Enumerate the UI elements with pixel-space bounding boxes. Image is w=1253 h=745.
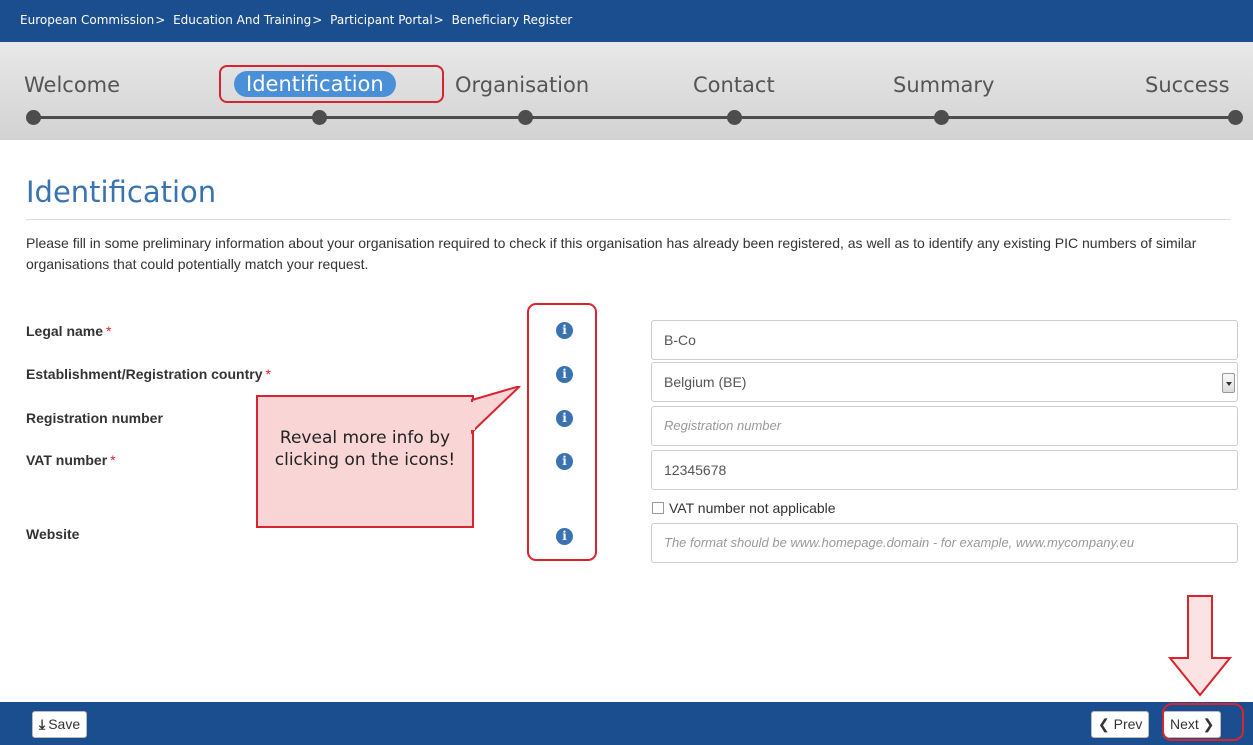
progress-dot [934,110,949,125]
progress-dot [26,110,41,125]
registration-number-label-text: Registration number [26,410,163,426]
country-select-value: Belgium (BE) [664,374,747,390]
legal-name-input[interactable]: B-Co [651,320,1238,360]
page-title: Identification [26,175,217,209]
breadcrumb-bar: European Commission> Education And Train… [0,0,1253,42]
vat-not-applicable-label: VAT number not applicable [669,500,836,516]
prev-button[interactable]: ❮ Prev [1091,711,1150,738]
breadcrumb-separator: > [433,13,444,27]
legal-name-label-text: Legal name [26,323,104,339]
progress-track [33,116,1233,119]
next-button-highlight [1162,703,1244,741]
required-marker: * [106,323,112,339]
website-input[interactable]: The format should be www.homepage.domain… [651,523,1238,563]
legal-name-label: Legal name * [26,323,111,339]
required-marker: * [110,452,116,468]
intro-text: Please fill in some preliminary informat… [26,235,1197,272]
info-icons-highlight [527,303,597,561]
down-arrow-annotation [1167,595,1233,697]
progress-dot [1228,110,1243,125]
country-label: Establishment/Registration country * [26,366,271,382]
breadcrumb-separator: > [155,13,166,27]
step-welcome[interactable]: Welcome [24,73,120,97]
vat-number-input[interactable]: 12345678 [651,450,1238,490]
title-divider [26,219,1231,220]
vat-not-applicable-checkbox[interactable] [652,502,664,514]
save-button[interactable]: ⤓ Save [32,711,88,738]
step-contact[interactable]: Contact [693,73,775,97]
breadcrumb: European Commission> Education And Train… [20,13,572,27]
country-select[interactable]: Belgium (BE) [651,362,1238,402]
progress-dot [312,110,327,125]
step-success[interactable]: Success [1145,73,1230,97]
breadcrumb-item-beneficiary-register[interactable]: Beneficiary Register [452,13,573,27]
progress-dot [518,110,533,125]
required-marker: * [265,366,271,382]
progress-dot [727,110,742,125]
step-summary[interactable]: Summary [893,73,994,97]
vat-not-applicable-row[interactable]: VAT number not applicable [652,500,836,516]
callout-pointer [471,386,521,435]
vat-number-label: VAT number * [26,452,116,468]
breadcrumb-item-european-commission[interactable]: European Commission [20,13,154,27]
footer-bar [0,702,1253,745]
active-step-highlight [219,65,444,103]
country-label-text: Establishment/Registration country [26,366,263,382]
vat-number-label-text: VAT number [26,452,108,468]
breadcrumb-separator: > [312,13,323,27]
website-label: Website [26,526,79,542]
save-button-label: Save [48,716,81,732]
registration-number-input[interactable]: Registration number [651,406,1238,446]
prev-button-label: Prev [1113,716,1143,732]
website-label-text: Website [26,526,80,542]
chevron-left-icon: ❮ [1098,716,1114,732]
registration-number-label: Registration number [26,410,163,426]
tip-callout-text: Reveal more info by clicking on the icon… [274,428,456,470]
dropdown-arrow-icon[interactable] [1222,373,1235,393]
breadcrumb-item-education-training[interactable]: Education And Training [173,13,311,27]
download-icon: ⤓ [39,717,46,733]
step-organisation[interactable]: Organisation [455,73,589,97]
tip-callout: Reveal more info by clicking on the icon… [256,395,474,528]
wizard-steps: Welcome Identification Organisation Cont… [0,42,1253,140]
breadcrumb-item-participant-portal[interactable]: Participant Portal [330,13,433,27]
